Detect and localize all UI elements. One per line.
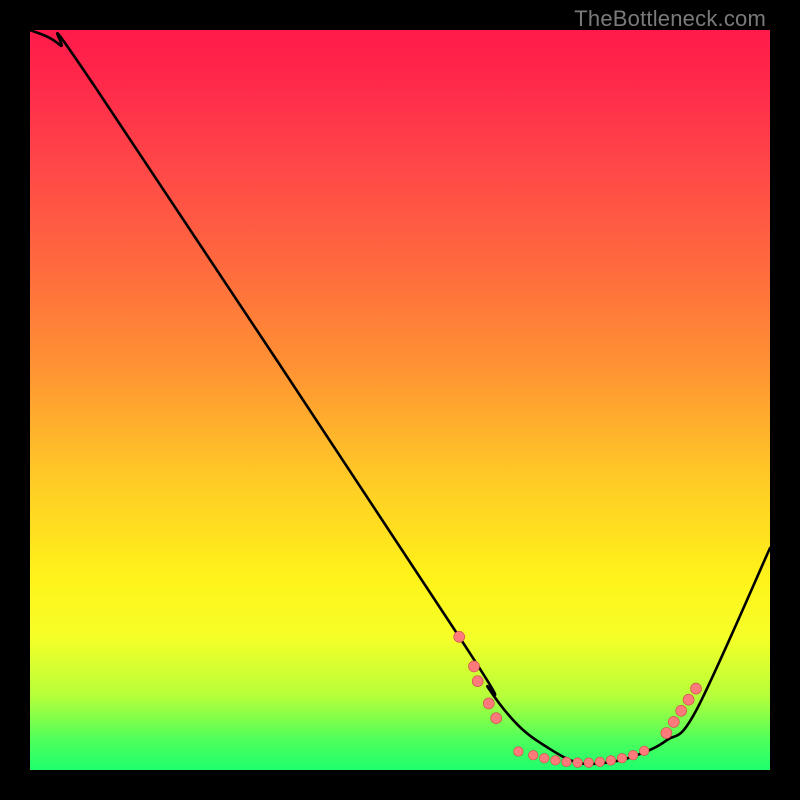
data-marker [469, 661, 480, 672]
watermark-text: TheBottleneck.com [574, 6, 766, 32]
data-marker [595, 757, 605, 767]
data-marker [540, 753, 550, 763]
data-marker [661, 728, 672, 739]
data-marker [573, 758, 583, 768]
data-marker [551, 756, 561, 766]
bottleneck-curve-path [30, 30, 770, 764]
data-marker [639, 746, 649, 756]
data-marker [584, 758, 594, 768]
bottleneck-curve-svg [30, 30, 770, 770]
data-marker [683, 694, 694, 705]
data-marker [483, 698, 494, 709]
plot-area [30, 30, 770, 770]
data-marker [528, 750, 538, 760]
data-marker [676, 705, 687, 716]
data-marker [606, 756, 616, 766]
data-marker [668, 716, 679, 727]
data-marker [691, 683, 702, 694]
marker-layer [454, 631, 702, 767]
data-marker [562, 757, 572, 767]
data-marker [628, 750, 638, 760]
chart-frame: TheBottleneck.com [0, 0, 800, 800]
data-marker [491, 713, 502, 724]
data-marker [472, 676, 483, 687]
data-marker [617, 753, 627, 763]
data-marker [454, 631, 465, 642]
data-marker [514, 747, 524, 757]
